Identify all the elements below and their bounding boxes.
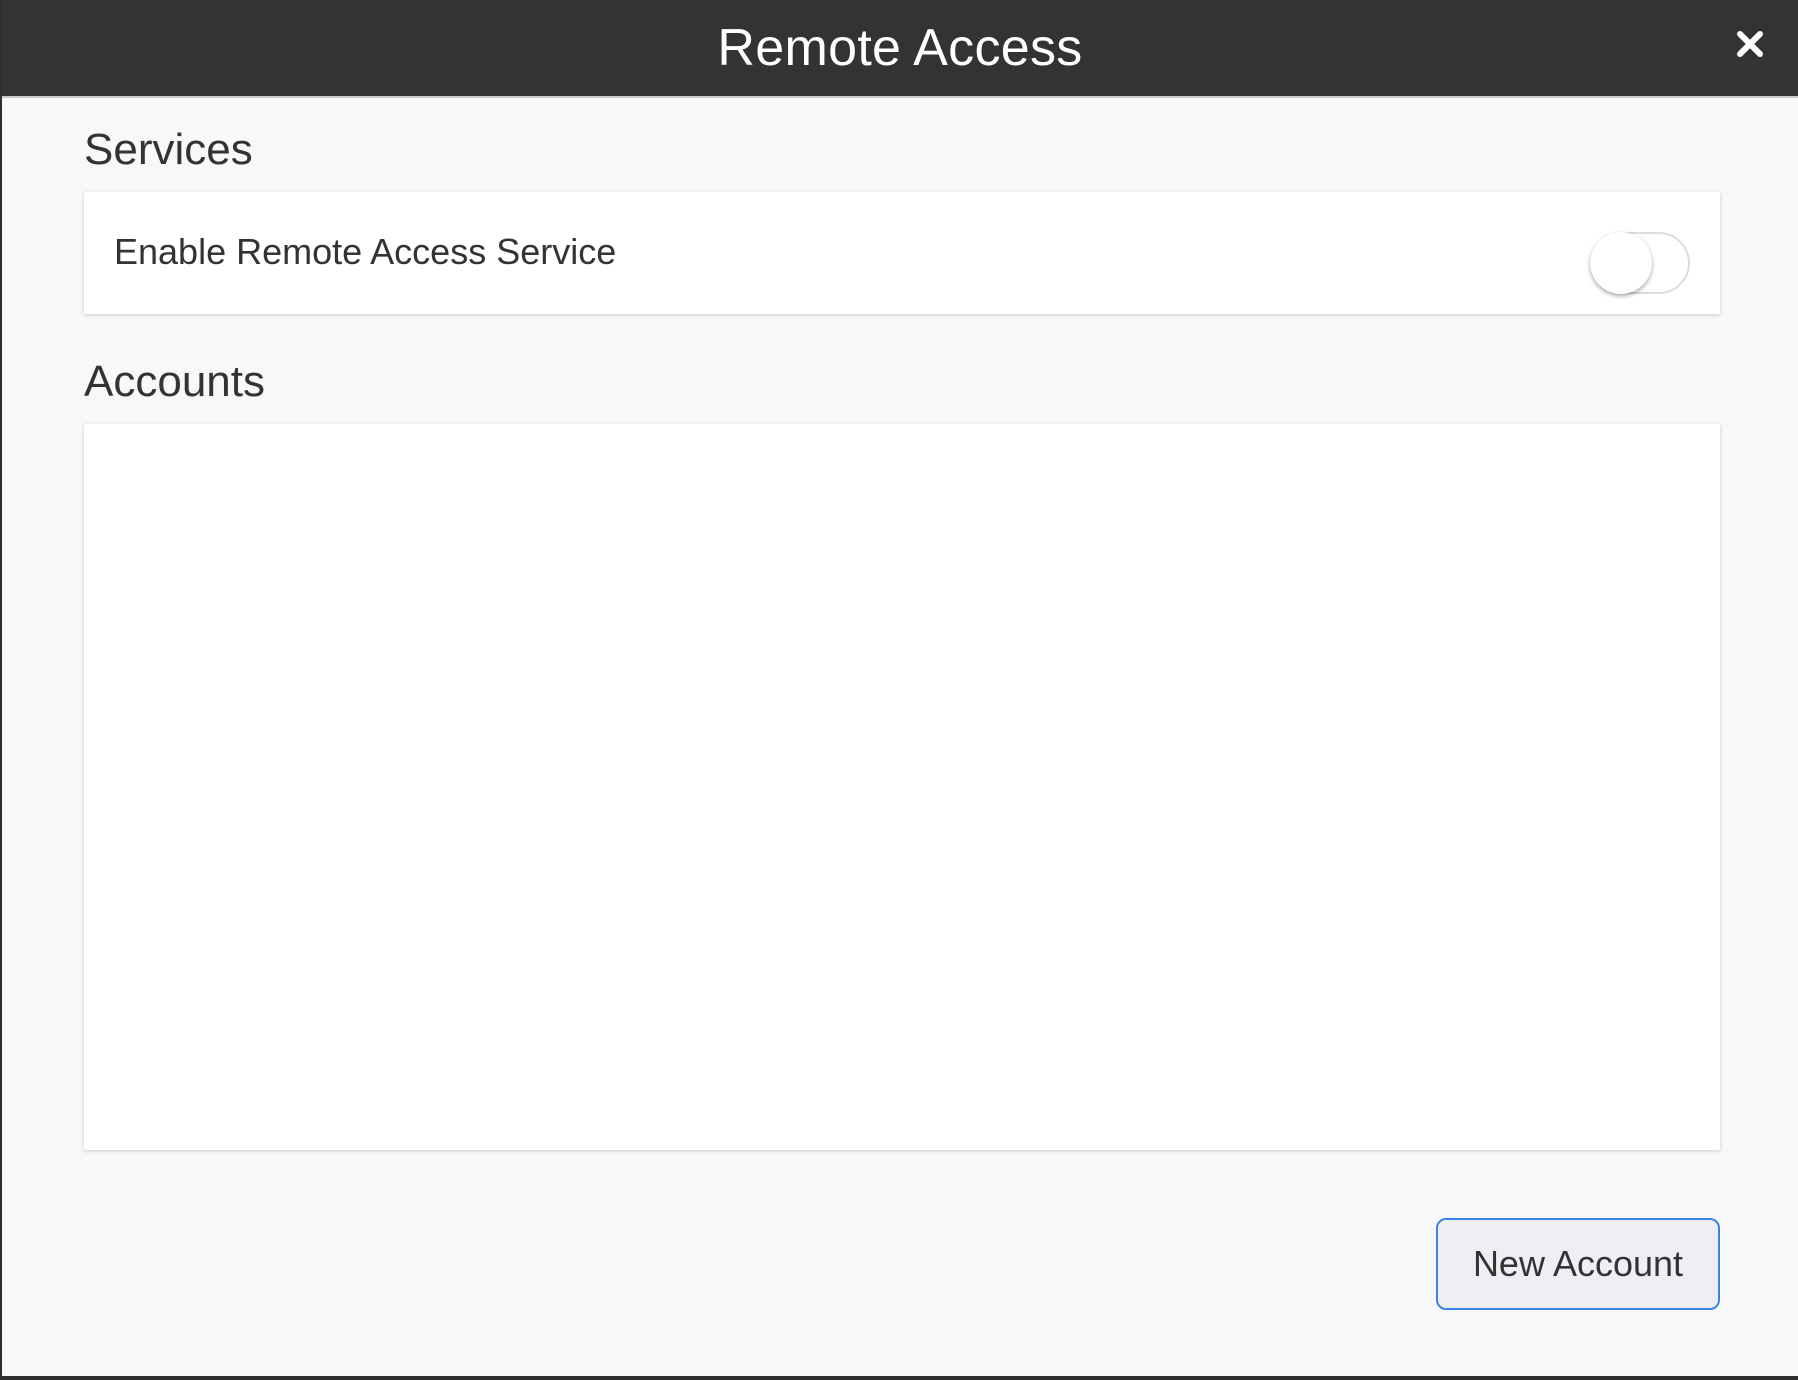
enable-remote-access-label: Enable Remote Access Service: [114, 231, 617, 272]
close-button[interactable]: [1730, 24, 1770, 64]
new-account-button[interactable]: New Account: [1436, 1218, 1720, 1310]
close-icon: [1737, 31, 1763, 57]
toggle-knob: [1590, 232, 1652, 294]
accounts-heading: Accounts: [84, 357, 265, 406]
accounts-list: [84, 424, 1720, 1150]
services-card: Enable Remote Access Service: [84, 192, 1720, 314]
enable-remote-access-toggle[interactable]: [1590, 232, 1690, 294]
window-title: Remote Access: [717, 19, 1083, 77]
remote-access-window: Remote Access Services Enable Remote Acc…: [0, 0, 1798, 1380]
services-heading: Services: [84, 125, 253, 174]
title-bar: Remote Access: [2, 0, 1798, 98]
